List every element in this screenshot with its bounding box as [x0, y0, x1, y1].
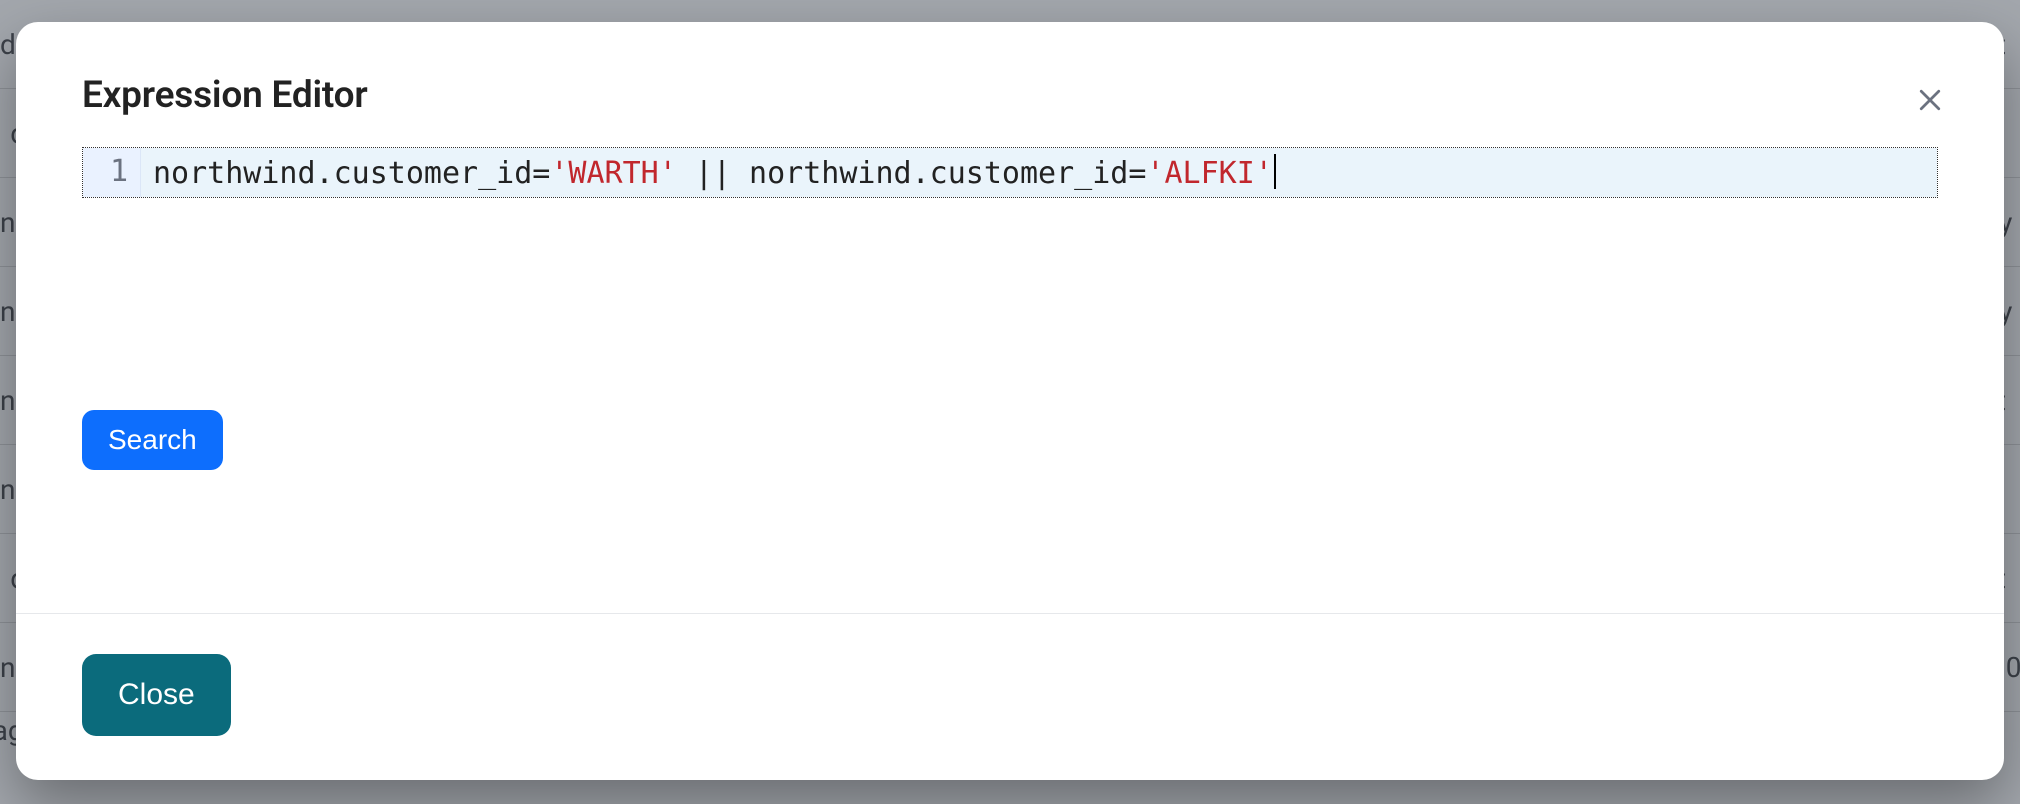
token-identifier: northwind.customer_id	[153, 156, 532, 191]
close-icon	[1915, 85, 1945, 115]
text-cursor	[1274, 154, 1276, 189]
line-number-gutter: 1	[83, 148, 141, 197]
token-operator: =	[532, 156, 550, 191]
token-operator: =	[1128, 156, 1146, 191]
code-line[interactable]: northwind.customer_id='WARTH' || northwi…	[141, 148, 1937, 197]
token-string: 'ALFKI'	[1146, 156, 1272, 191]
token-operator: ||	[677, 156, 749, 191]
search-button[interactable]: Search	[82, 410, 223, 470]
close-button[interactable]: Close	[82, 654, 231, 736]
line-number: 1	[110, 154, 128, 189]
expression-code-editor[interactable]: 1 northwind.customer_id='WARTH' || north…	[82, 147, 1938, 198]
token-string: 'WARTH'	[550, 156, 676, 191]
token-identifier: northwind.customer_id	[749, 156, 1128, 191]
modal-body: 1 northwind.customer_id='WARTH' || north…	[16, 117, 2004, 613]
modal-footer: Close	[16, 613, 2004, 780]
modal-close-x[interactable]	[1908, 78, 1952, 122]
modal-header: Expression Editor	[16, 22, 2004, 117]
modal-title: Expression Editor	[82, 74, 368, 117]
expression-editor-modal: Expression Editor 1 northwind.customer_i…	[16, 22, 2004, 780]
modal-overlay: Expression Editor 1 northwind.customer_i…	[0, 0, 2020, 804]
